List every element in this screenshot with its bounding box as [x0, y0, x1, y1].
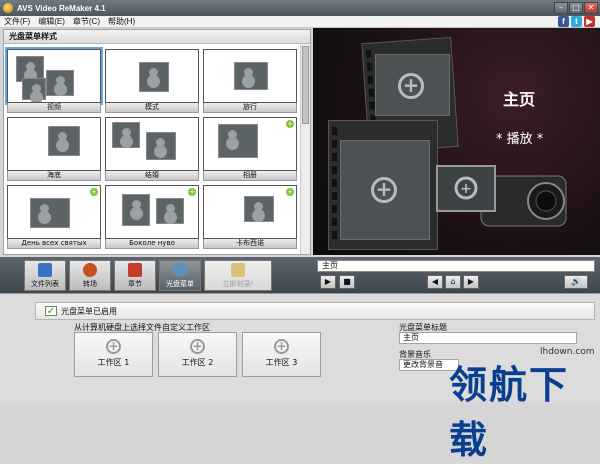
- thumb-label: День всех святых: [7, 239, 101, 249]
- thumb-image: [5, 47, 103, 105]
- window-title: AVS Video ReMaker 4.1: [17, 3, 106, 13]
- new-badge-icon: +: [188, 188, 196, 196]
- thumb-label: 卡布西诺: [203, 239, 297, 249]
- style-thumb-beaujolais[interactable]: + Боколе нуво: [105, 185, 199, 249]
- player-controls: 主页 ▶ ■ ◀ ⌂ ▶ 🔊: [312, 257, 600, 293]
- title-bar: AVS Video ReMaker 4.1 – □ ✕: [0, 0, 600, 16]
- style-thumb-wedding[interactable]: 结婚: [105, 117, 199, 181]
- add-icon: +: [190, 339, 205, 354]
- chapters-button[interactable]: 章节: [114, 259, 156, 291]
- menu-enabled-bar: ✓ 光盘菜单已启用: [35, 302, 595, 320]
- add-icon: +: [398, 73, 424, 99]
- disc-menu-icon: [173, 262, 187, 277]
- add-icon: +: [106, 339, 121, 354]
- svg-text:+: +: [460, 181, 472, 197]
- workspace-2-button[interactable]: + 工作区 2: [158, 332, 237, 377]
- menu-bar: 文件(F) 编辑(E) 章节(C) 帮助(H) f t ▶: [0, 16, 600, 28]
- thumb-label: 结婚: [105, 171, 199, 181]
- new-badge-icon: +: [286, 188, 294, 196]
- new-badge-icon: +: [286, 120, 294, 128]
- transitions-button[interactable]: 转场: [69, 259, 111, 291]
- scrollbar-thumb[interactable]: [302, 46, 309, 124]
- thumb-image: [203, 49, 297, 103]
- camcorder-image: +: [436, 165, 567, 227]
- menu-title-input[interactable]: 主页: [399, 332, 577, 344]
- add-icon: +: [371, 177, 397, 203]
- menu-chapter[interactable]: 章节(C): [73, 16, 100, 27]
- twitter-icon[interactable]: t: [571, 16, 582, 27]
- stop-button[interactable]: ■: [339, 275, 355, 289]
- workspace-3-button[interactable]: + 工作区 3: [242, 332, 321, 377]
- watermark-url: lhdown.com: [540, 347, 595, 357]
- style-thumb-video[interactable]: 视频: [5, 47, 103, 113]
- thumb-image: +: [105, 185, 199, 239]
- home-icon[interactable]: ⌂: [445, 275, 461, 289]
- style-thumb-halloween[interactable]: + День всех святых: [7, 185, 101, 249]
- menu-enabled-checkbox[interactable]: ✓: [45, 306, 57, 317]
- style-thumb-mode[interactable]: 模式: [105, 49, 199, 113]
- thumb-image: [7, 117, 101, 171]
- preview-thumb-frame[interactable]: +: [340, 140, 430, 240]
- facebook-icon[interactable]: f: [558, 16, 569, 27]
- style-thumb-cappuccino[interactable]: + 卡布西诺: [203, 185, 297, 249]
- youtube-icon[interactable]: ▶: [584, 16, 595, 27]
- burn-now-button[interactable]: 立即刻录!: [204, 259, 272, 291]
- thumb-image: +: [7, 185, 101, 239]
- thumb-image: +: [203, 117, 297, 171]
- thumb-image: +: [203, 185, 297, 239]
- burn-icon: [231, 262, 245, 277]
- preview-thumb-frame[interactable]: +: [375, 54, 450, 116]
- prev-page-button[interactable]: ◀: [427, 275, 443, 289]
- new-badge-icon: +: [90, 188, 98, 196]
- volume-icon[interactable]: 🔊: [564, 275, 588, 289]
- thumb-image: [105, 117, 199, 171]
- styles-scrollbar[interactable]: [300, 44, 310, 254]
- file-list-button[interactable]: 文件列表: [24, 259, 66, 291]
- file-list-icon: [38, 262, 52, 277]
- panel-title: 光盘菜单样式: [4, 30, 310, 44]
- close-button[interactable]: ✕: [584, 2, 598, 14]
- thumb-image: [105, 49, 199, 103]
- thumb-label: 视频: [7, 103, 101, 113]
- play-button[interactable]: ▶: [320, 275, 336, 289]
- thumb-label: Боколе нуво: [105, 239, 199, 249]
- disc-menu-button[interactable]: 光盘菜单: [159, 259, 201, 291]
- menu-file[interactable]: 文件(F): [4, 16, 30, 27]
- menu-breadcrumb: 主页: [317, 260, 595, 272]
- watermark-logo: 领航下载: [449, 363, 570, 462]
- workspace-1-button[interactable]: + 工作区 1: [74, 332, 153, 377]
- main-toolbar: 文件列表 转场 章节 光盘菜单 立即刻录!: [0, 257, 312, 293]
- style-thumb-seabed[interactable]: 海底: [7, 117, 101, 181]
- menu-preview: + + 主页 * 播放 * +: [313, 28, 600, 255]
- menu-enabled-label: 光盘菜单已启用: [61, 307, 117, 316]
- menu-styles-panel: 光盘菜单样式 视频 模式 旅行 海底 结婚 + 相册 + День всех с…: [3, 29, 311, 255]
- thumb-label: 相册: [203, 171, 297, 181]
- menu-help[interactable]: 帮助(H): [108, 16, 135, 27]
- thumb-label: 模式: [105, 103, 199, 113]
- add-icon: +: [274, 339, 289, 354]
- thumb-label: 海底: [7, 171, 101, 181]
- maximize-button[interactable]: □: [569, 2, 583, 14]
- menu-edit[interactable]: 编辑(E): [38, 16, 65, 27]
- minimize-button[interactable]: –: [554, 2, 568, 14]
- preview-home-title[interactable]: 主页: [503, 86, 535, 110]
- thumb-label: 旅行: [203, 103, 297, 113]
- preview-play-item[interactable]: * 播放 *: [496, 128, 543, 147]
- style-thumb-travel[interactable]: 旅行: [203, 49, 297, 113]
- style-thumb-album[interactable]: + 相册: [203, 117, 297, 181]
- chapters-icon: [128, 262, 142, 277]
- next-page-button[interactable]: ▶: [463, 275, 479, 289]
- transitions-icon: [83, 262, 97, 277]
- app-icon: [3, 3, 13, 13]
